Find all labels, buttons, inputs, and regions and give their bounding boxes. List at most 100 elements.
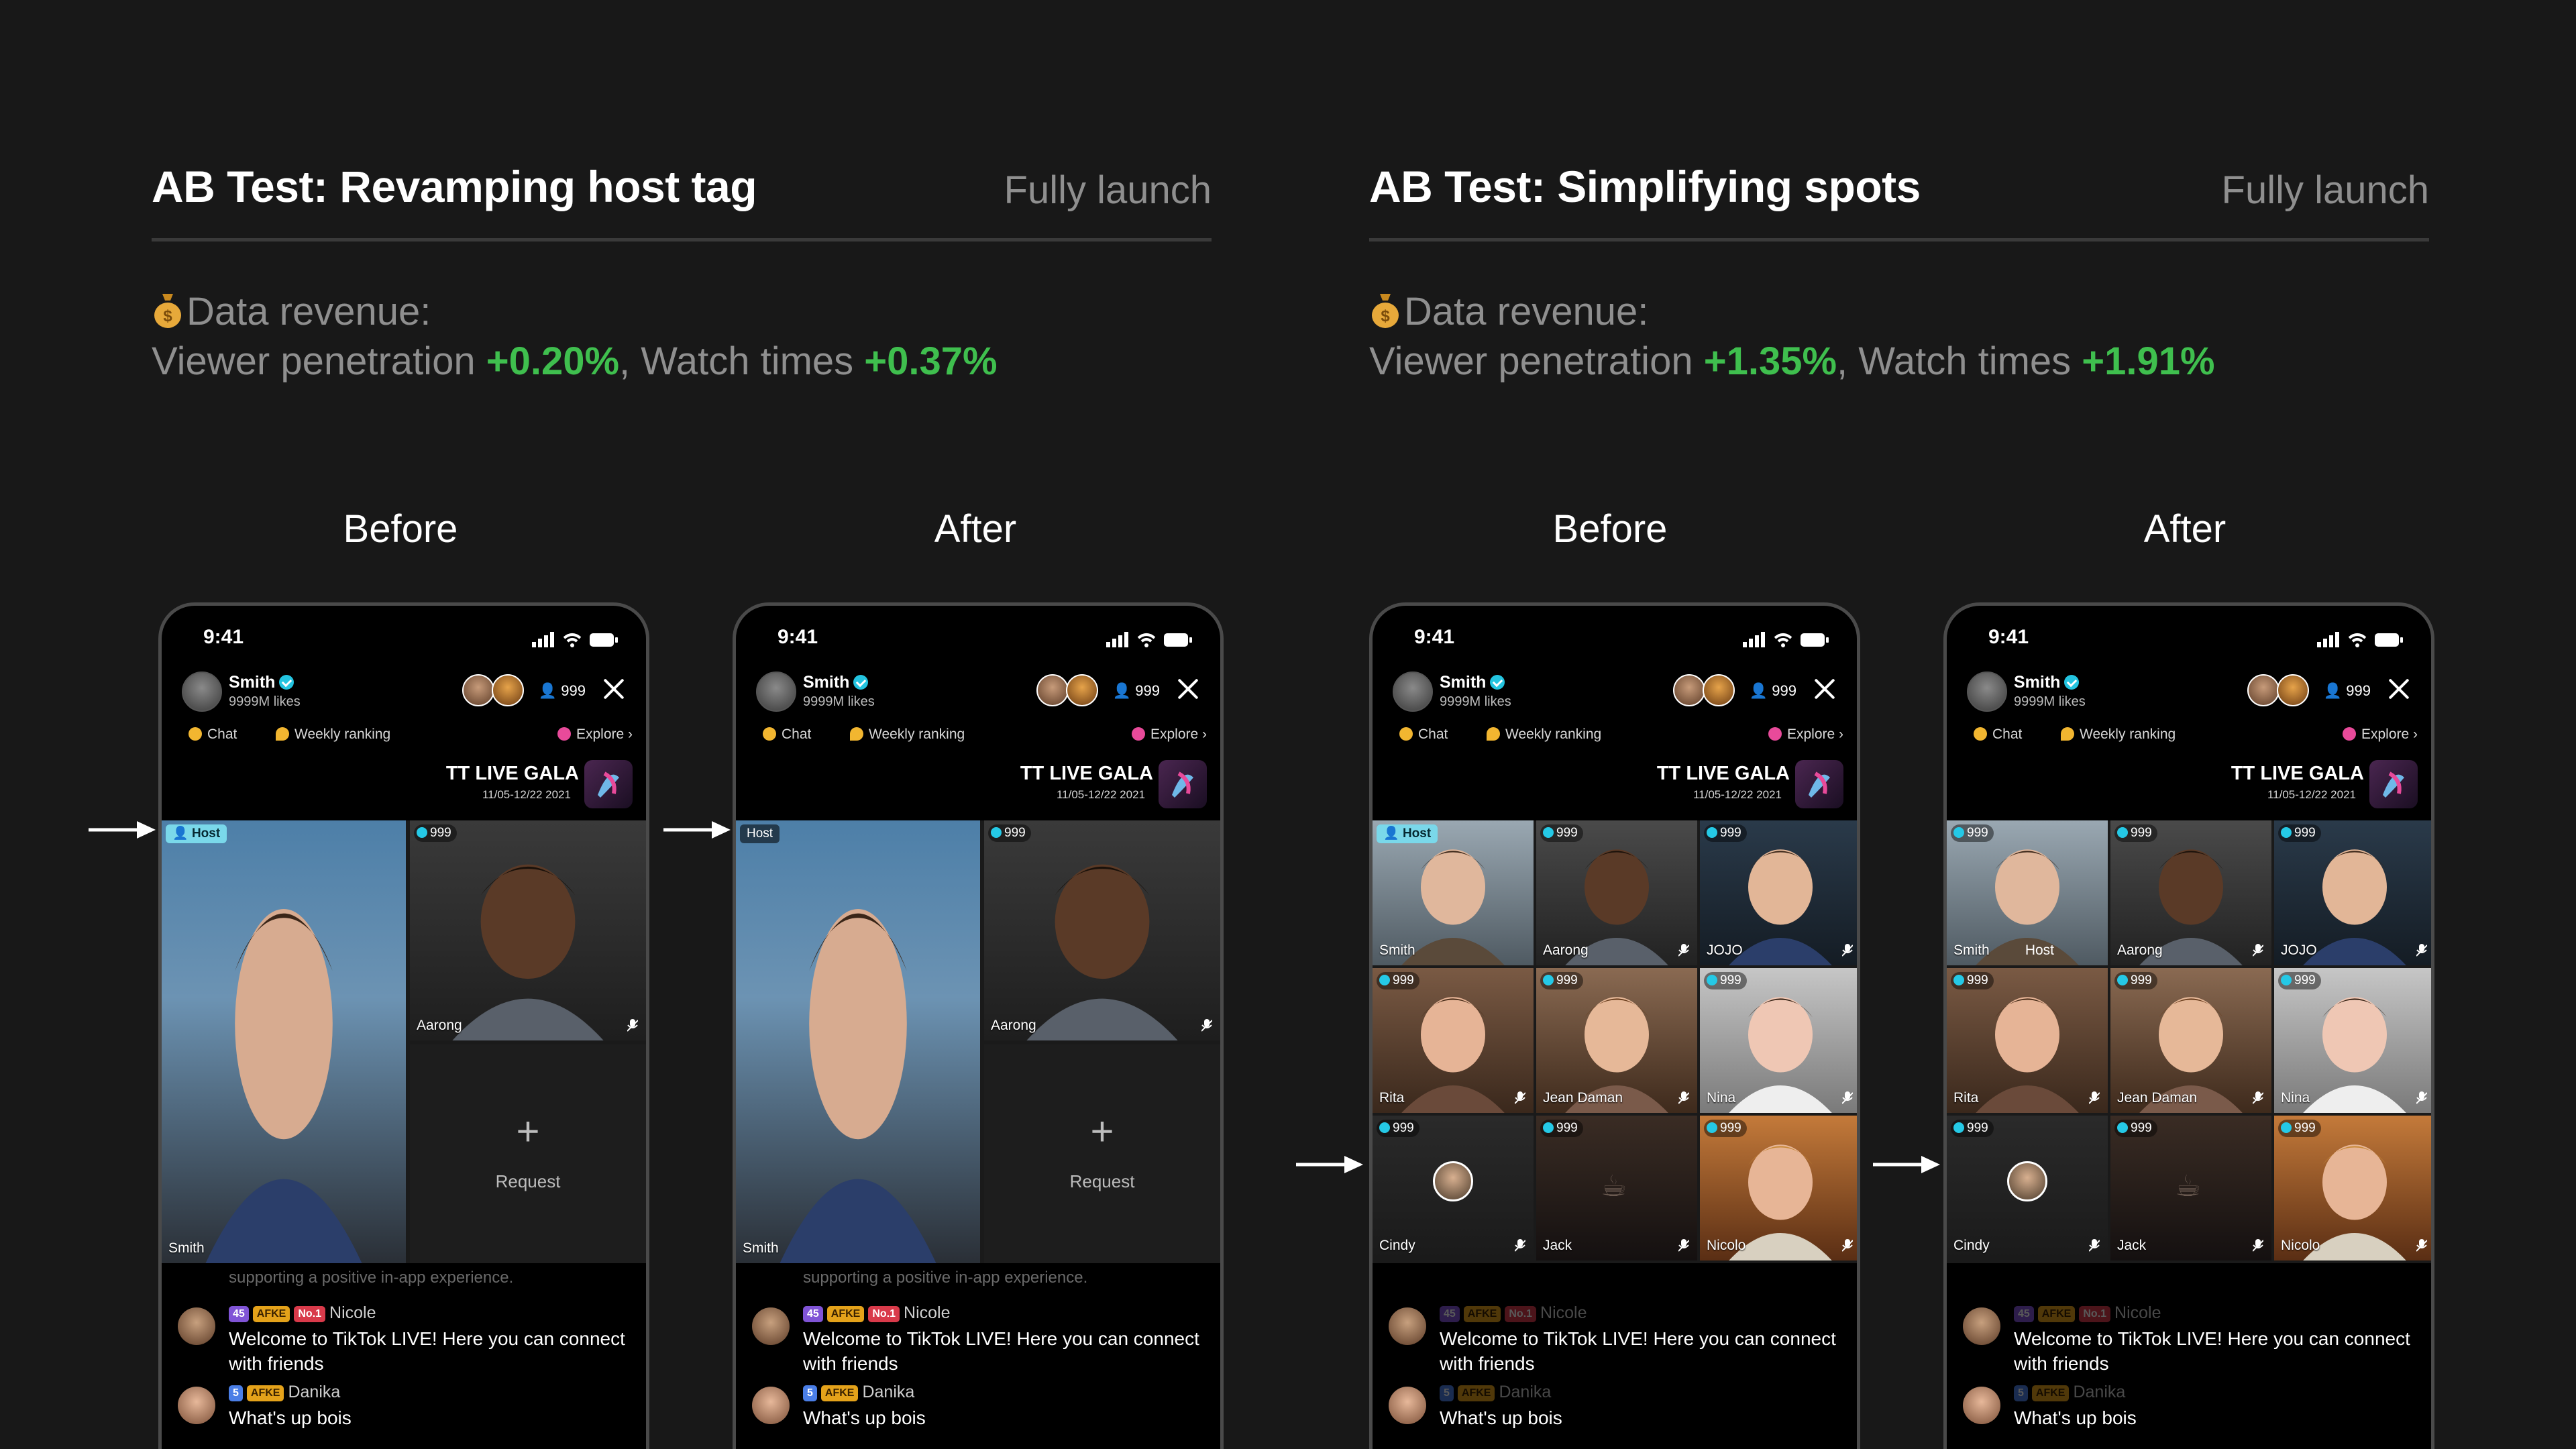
verified-icon <box>279 675 294 690</box>
close-icon[interactable] <box>1813 676 1837 700</box>
guest-tile[interactable]: 999 Jean Daman <box>2110 968 2271 1113</box>
verified-icon <box>1490 675 1505 690</box>
plus-icon[interactable]: + <box>516 1112 539 1152</box>
guest-tile[interactable]: 999 JOJO <box>1700 820 1857 965</box>
explore-chip[interactable]: Explore › <box>557 727 633 743</box>
avatar[interactable] <box>1389 1307 1426 1345</box>
host-name[interactable]: Smith <box>803 673 869 692</box>
viewer-count[interactable]: 👤 999 <box>1750 682 1796 700</box>
host-avatar[interactable] <box>1967 672 2007 712</box>
viewer-avatar[interactable] <box>2277 674 2309 706</box>
chat-icon <box>189 727 202 741</box>
metric-label: Viewer penetration <box>152 339 486 383</box>
explore-icon <box>1768 727 1782 741</box>
explore-chip[interactable]: Explore › <box>1768 727 1843 743</box>
avatar[interactable] <box>752 1307 790 1345</box>
guest-tile[interactable]: 999 Rita <box>1373 968 1534 1113</box>
money-bag-icon: $ <box>154 294 181 328</box>
avatar[interactable] <box>1963 1307 2000 1345</box>
gift-count-badge: 999 <box>1377 1120 1419 1137</box>
guest-name: Smith <box>743 1240 779 1256</box>
close-icon[interactable] <box>1176 676 1200 700</box>
viewer-avatar[interactable] <box>492 674 524 706</box>
guest-tile[interactable]: 999 Aarong <box>984 820 1220 1040</box>
avatar[interactable] <box>1389 1387 1426 1424</box>
guest-tile[interactable]: 999 Aarong <box>1536 820 1697 965</box>
gala-date: 11/05-12/22 2021 <box>1056 788 1145 801</box>
viewer-count[interactable]: 👤 999 <box>539 682 586 700</box>
weekly-ranking-chip[interactable]: Weekly ranking <box>850 727 965 743</box>
guest-tile[interactable]: 999 Aarong <box>410 820 646 1040</box>
viewer-count[interactable]: 👤 999 <box>2324 682 2371 700</box>
guest-tile[interactable]: 999 Nina <box>1700 968 1857 1113</box>
chat-chip[interactable]: Chat <box>189 727 237 743</box>
host-avatar[interactable] <box>182 672 222 712</box>
arrow-right-icon <box>1873 1156 1940 1173</box>
weekly-ranking-chip[interactable]: Weekly ranking <box>276 727 390 743</box>
chat-username: Danika <box>862 1383 915 1401</box>
viewer-avatar[interactable] <box>1703 674 1735 706</box>
chat-chip[interactable]: Chat <box>1399 727 1448 743</box>
guest-tile[interactable]: Host Smith <box>736 820 980 1263</box>
viewer-avatar[interactable] <box>1673 674 1705 706</box>
guest-tile[interactable]: 999 Nicolo <box>2274 1116 2431 1260</box>
avatar[interactable] <box>1963 1387 2000 1424</box>
plus-icon[interactable]: + <box>1090 1112 1114 1152</box>
guest-tile[interactable]: 999 Nina <box>2274 968 2431 1113</box>
weekly-ranking-chip[interactable]: Weekly ranking <box>2061 727 2176 743</box>
mic-muted-icon <box>1842 1091 1853 1104</box>
viewer-avatar[interactable] <box>2247 674 2279 706</box>
viewer-avatar[interactable] <box>1066 674 1098 706</box>
revenue-summary: $ Data revenue: Viewer penetration +0.20%… <box>152 287 998 386</box>
request-label[interactable]: Request <box>984 1171 1220 1192</box>
guest-tile[interactable]: 999 Jean Daman <box>1536 968 1697 1113</box>
guest-tile[interactable]: 999 Rita <box>1947 968 2108 1113</box>
mic-muted-icon <box>1515 1091 1525 1104</box>
guest-tile[interactable]: + Request <box>984 1044 1220 1263</box>
gala-title: TT LIVE GALA <box>1656 763 1790 784</box>
arrow-right-icon <box>1296 1156 1363 1173</box>
host-avatar[interactable] <box>1393 672 1433 712</box>
close-icon[interactable] <box>2387 676 2411 700</box>
section-title: AB Test: Revamping host tag <box>152 162 757 211</box>
guest-grid: 👤 Host Smith 999 Aarong + Request <box>162 820 646 1263</box>
close-icon[interactable] <box>602 676 626 700</box>
host-avatar[interactable] <box>756 672 796 712</box>
guest-tile[interactable]: + Request <box>410 1044 646 1263</box>
gala-banner[interactable]: TT LIVE GALA 11/05-12/22 2021 <box>1006 760 1207 814</box>
host-name[interactable]: Smith <box>2014 673 2080 692</box>
gala-banner[interactable]: TT LIVE GALA 11/05-12/22 2021 <box>1642 760 1843 814</box>
guest-tile[interactable]: 999 JOJO <box>2274 820 2431 965</box>
host-name[interactable]: Smith <box>1440 673 1505 692</box>
level-badge: 5 <box>2014 1385 2028 1401</box>
explore-chip[interactable]: Explore › <box>2342 727 2418 743</box>
guest-name: Aarong <box>417 1018 462 1033</box>
explore-chip[interactable]: Explore › <box>1131 727 1207 743</box>
guest-tile[interactable]: 👤 Host Smith <box>162 820 406 1263</box>
flame-icon <box>850 727 863 741</box>
guest-tile[interactable]: 999 Host Smith <box>1947 820 2108 965</box>
viewer-avatar[interactable] <box>462 674 494 706</box>
guest-name: Rita <box>1379 1090 1405 1106</box>
chat-chip[interactable]: Chat <box>1974 727 2022 743</box>
guest-tile[interactable]: 999 Nicolo <box>1700 1116 1857 1260</box>
status-bar: 9:41 <box>162 626 646 659</box>
guest-tile[interactable]: 999 Aarong <box>2110 820 2271 965</box>
gala-banner[interactable]: TT LIVE GALA 11/05-12/22 2021 <box>2216 760 2418 814</box>
chat-text: Welcome to TikTok LIVE! Here you can con… <box>1440 1328 1836 1374</box>
avatar[interactable] <box>178 1387 215 1424</box>
chat-faded-line: supporting a positive in-app experience. <box>803 1269 1088 1287</box>
guest-tile[interactable]: 👤 Host Smith <box>1373 820 1534 965</box>
viewer-count[interactable]: 👤 999 <box>1113 682 1160 700</box>
gala-logo-icon <box>2369 760 2418 808</box>
viewer-avatar[interactable] <box>1036 674 1069 706</box>
host-name[interactable]: Smith <box>229 673 294 692</box>
weekly-ranking-chip[interactable]: Weekly ranking <box>1487 727 1601 743</box>
guest-name: Jack <box>2117 1238 2147 1253</box>
avatar[interactable] <box>752 1387 790 1424</box>
request-label[interactable]: Request <box>410 1171 646 1192</box>
chat-text: Welcome to TikTok LIVE! Here you can con… <box>2014 1328 2410 1374</box>
avatar[interactable] <box>178 1307 215 1345</box>
chat-chip[interactable]: Chat <box>763 727 811 743</box>
gala-banner[interactable]: TT LIVE GALA 11/05-12/22 2021 <box>431 760 633 814</box>
